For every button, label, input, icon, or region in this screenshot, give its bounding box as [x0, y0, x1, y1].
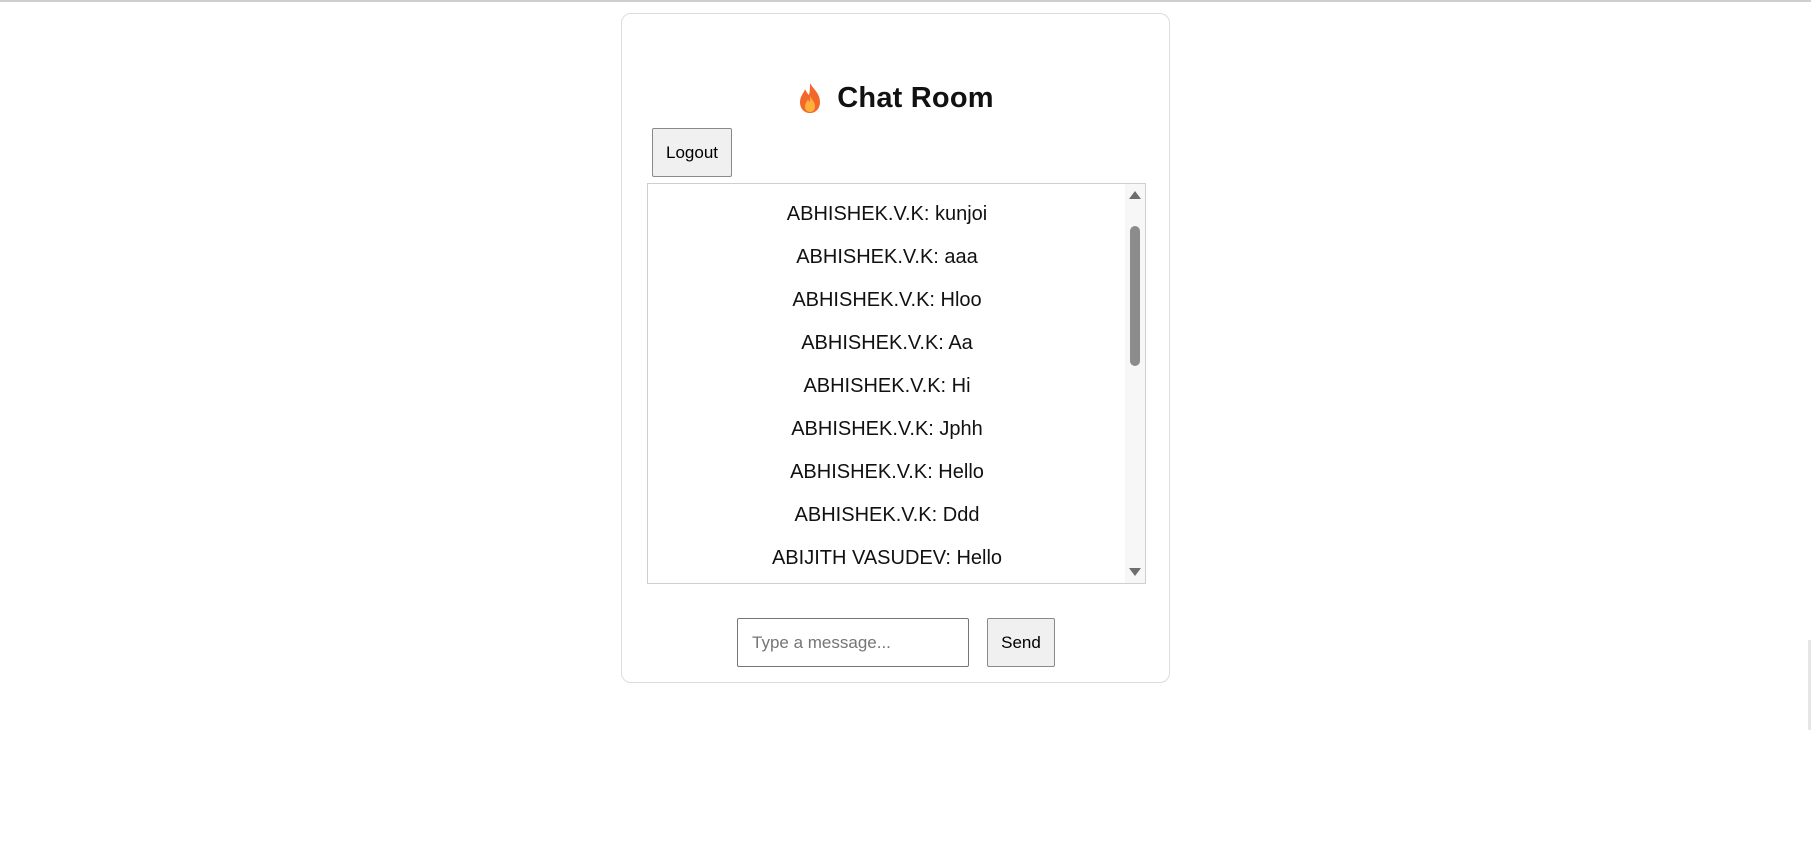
message-input[interactable]	[737, 618, 969, 667]
browser-top-border	[0, 0, 1811, 2]
message-list: ABHISHEK.V.K: kunjoi ABHISHEK.V.K: aaa A…	[648, 198, 1126, 583]
message-item: ABHISHEK.V.K: kunjoi	[786, 203, 988, 225]
message-item: ABHISHEK.V.K: Hloo	[792, 289, 982, 311]
message-scrollbar[interactable]	[1125, 184, 1145, 583]
scroll-up-arrow-icon[interactable]	[1129, 191, 1141, 199]
logout-button[interactable]: Logout	[652, 128, 732, 177]
message-item: ABHISHEK.V.K: Aa	[801, 332, 973, 354]
message-item: ABHISHEK.V.K: Hi	[803, 375, 971, 397]
send-button[interactable]: Send	[987, 618, 1055, 667]
message-list-panel[interactable]: ABHISHEK.V.K: kunjoi ABHISHEK.V.K: aaa A…	[647, 183, 1146, 584]
message-item: ABHISHEK.V.K: Hello	[790, 461, 984, 483]
chat-room-card: Chat Room Logout ABHISHEK.V.K: kunjoi AB…	[621, 13, 1170, 683]
message-item: ABIJITH VASUDEV: Hello	[771, 547, 1003, 569]
fire-icon	[800, 83, 821, 113]
message-item: ABHISHEK.V.K: Ddd	[794, 504, 980, 526]
message-item: ABHISHEK.V.K: Jphh	[791, 418, 983, 440]
scrollbar-thumb[interactable]	[1130, 226, 1140, 366]
message-item: ABHISHEK.V.K: aaa	[796, 246, 978, 268]
message-composer: Send	[622, 618, 1169, 667]
page-header: Chat Room	[622, 78, 1169, 118]
page-title: Chat Room	[837, 81, 994, 114]
scroll-down-arrow-icon[interactable]	[1129, 568, 1141, 576]
